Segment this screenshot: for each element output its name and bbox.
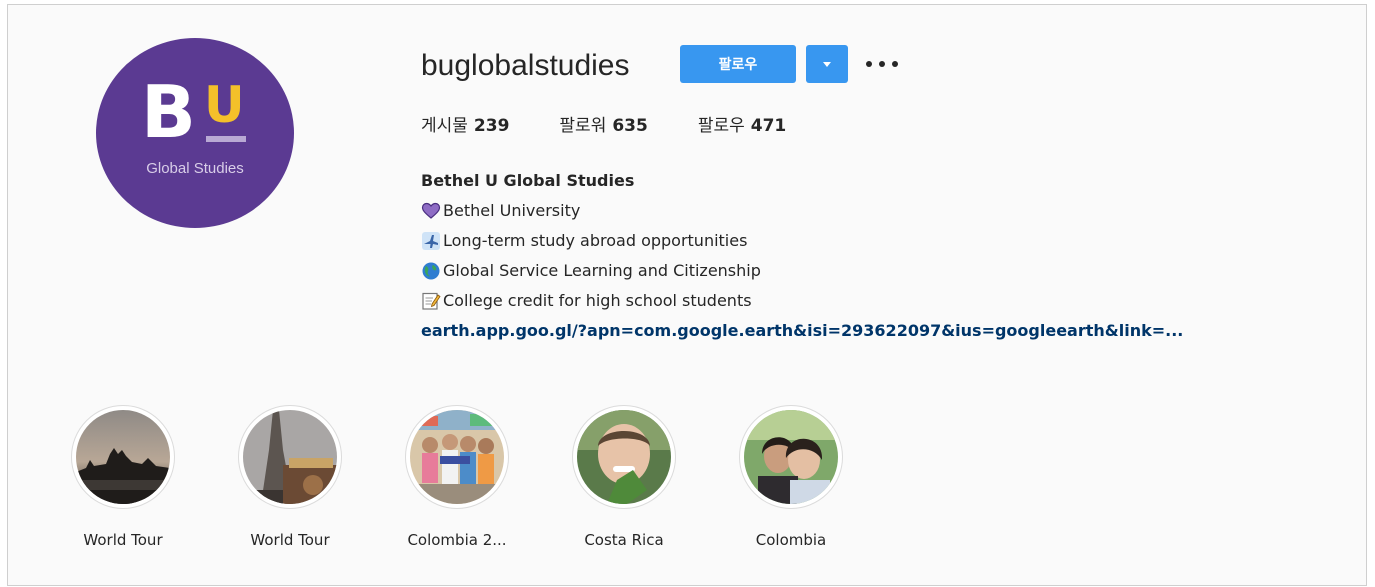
bio-line: College credit for high school students	[421, 286, 1183, 316]
highlight-ring	[238, 405, 342, 509]
story-highlight[interactable]: Costa Rica	[569, 405, 679, 549]
chevron-down-icon	[823, 61, 831, 67]
stat-posts: 게시물 239	[421, 114, 509, 138]
profile-bio: Bethel U Global Studies Bethel Universit…	[421, 166, 1183, 346]
suggestions-dropdown-button[interactable]	[806, 45, 848, 83]
bio-line-text: Long-term study abroad opportunities	[443, 231, 748, 250]
bio-line-text: Global Service Learning and Citizenship	[443, 261, 761, 280]
highlight-thumbnail-friends	[744, 410, 838, 504]
stat-following-count: 471	[750, 116, 787, 136]
bio-external-link[interactable]: earth.app.goo.gl/?apn=com.google.earth&i…	[421, 321, 1183, 340]
stat-posts-label: 게시물	[421, 116, 468, 136]
highlight-thumbnail-group	[410, 410, 504, 504]
highlight-thumbnail-temple	[76, 410, 170, 504]
bio-line-text: Bethel University	[443, 201, 581, 220]
logo-letter-u: U	[204, 76, 245, 134]
airplane-icon	[422, 232, 440, 250]
bio-display-name: Bethel U Global Studies	[421, 171, 635, 190]
bio-line-text: College credit for high school students	[443, 291, 752, 310]
bio-line: Global Service Learning and Citizenship	[421, 256, 1183, 286]
highlight-label: World Tour	[83, 531, 163, 549]
logo-underline	[206, 136, 246, 142]
bio-line: Bethel University	[421, 196, 1183, 226]
profile-avatar[interactable]: B U Global Studies	[96, 38, 294, 228]
story-highlight[interactable]: World Tour	[235, 405, 345, 549]
highlight-thumbnail-eiffel	[243, 410, 337, 504]
stat-followers[interactable]: 팔로워 635	[559, 114, 647, 138]
story-highlight[interactable]: World Tour	[68, 405, 178, 549]
more-options-icon	[866, 61, 872, 67]
bio-line: Long-term study abroad opportunities	[421, 226, 1183, 256]
highlight-ring	[71, 405, 175, 509]
profile-username: buglobalstudies	[421, 49, 630, 82]
stat-followers-label: 팔로워	[559, 116, 607, 136]
story-highlight[interactable]: Colombia 2...	[402, 405, 512, 549]
more-options-button[interactable]	[866, 52, 898, 76]
highlight-label: Colombia	[755, 531, 827, 549]
stat-posts-count: 239	[473, 116, 510, 136]
logo-letter-b: B	[141, 70, 196, 154]
stat-following[interactable]: 팔로우 471	[698, 114, 786, 138]
follow-button[interactable]: 팔로우	[680, 45, 796, 83]
memo-icon	[422, 292, 441, 310]
highlight-label: Colombia 2...	[407, 531, 507, 549]
highlight-label: Costa Rica	[584, 531, 664, 549]
highlight-label: World Tour	[250, 531, 330, 549]
globe-icon	[422, 262, 440, 280]
avatar-subtitle: Global Studies	[146, 160, 244, 177]
highlight-ring	[572, 405, 676, 509]
highlight-thumbnail-portrait	[577, 410, 671, 504]
highlight-ring	[405, 405, 509, 509]
profile-stats: 게시물 239 팔로워 635 팔로우 471	[421, 114, 836, 138]
story-highlight[interactable]: Colombia	[736, 405, 846, 549]
stat-followers-count: 635	[612, 116, 648, 136]
purple-heart-icon	[421, 202, 441, 219]
highlight-ring	[739, 405, 843, 509]
stat-following-label: 팔로우	[697, 116, 745, 136]
more-options-icon	[879, 61, 885, 67]
more-options-icon	[892, 61, 898, 67]
